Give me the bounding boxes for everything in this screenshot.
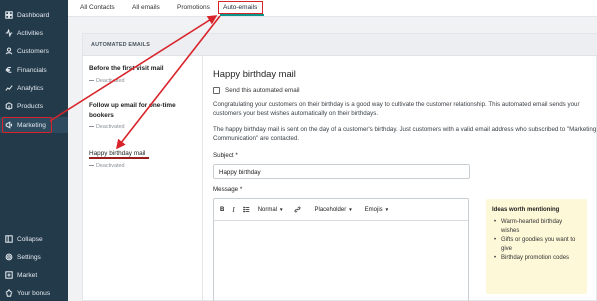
email-list: Before the first visit mail Deactivated … [83,56,203,301]
italic-button[interactable]: I [232,206,234,214]
sidebar-item-activities[interactable]: Activities [0,25,68,41]
sidebar-item-label: Financials [17,66,47,74]
message-label: Message * [213,186,243,193]
send-checkbox-label: Send this automated email [225,87,300,94]
ideas-title: Ideas worth mentioning [492,207,560,213]
chevron-down-icon: ▼ [384,207,390,212]
sidebar-item-label: Activities [17,29,44,37]
active-tab-indicator [220,14,264,16]
format-select[interactable]: Normal ▼ [258,207,284,213]
description-text: Congratulating your customers on their b… [213,101,580,117]
tab-promotions[interactable]: Promotions [177,4,210,11]
ideas-box: Ideas worth mentioning Warm-hearted birt… [486,199,587,294]
subject-value: Happy birthday [219,169,261,176]
sidebar: Dashboard Activities Customers Financial… [0,0,68,301]
sidebar-item-label: Market [17,271,38,279]
idea-item: Birthday promotion codes [492,254,581,263]
email-title: Follow up email for one-time bookers [89,102,176,119]
sidebar-item-label: Products [17,102,44,110]
sidebar-item-label: Analytics [17,84,44,92]
marketing-highlight-box [2,117,52,133]
sidebar-item-label: Dashboard [17,11,50,19]
message-editor[interactable]: B I Normal ▼ Placeholder ▼ Emojis ▼ [213,198,469,301]
list-item[interactable]: Before the first visit mail Deactivated [83,64,202,84]
tab-all-contacts[interactable]: All Contacts [80,4,115,11]
sidebar-item-label: Collapse [17,235,43,243]
send-checkbox[interactable] [213,87,220,94]
send-checkbox-row[interactable]: Send this automated email [213,87,300,94]
status-text: Deactivated [96,162,125,169]
sidebar-item-dashboard[interactable]: Dashboard [0,7,68,23]
placeholder-select[interactable]: Placeholder ▼ [315,207,353,213]
chevron-down-icon: ▼ [279,207,284,212]
emojis-select[interactable]: Emojis ▼ [365,207,389,213]
gear-icon [4,253,13,262]
idea-item: Warm-hearted birthday wishes [492,218,581,235]
dashboard-icon [4,11,13,20]
idea-item: Gifts or goodies you want to give [492,236,581,253]
sidebar-item-collapse[interactable]: Collapse [0,231,68,247]
ideas-list: Warm-hearted birthday wishes Gifts or go… [492,218,581,263]
section-header: AUTOMATED EMAILS [83,34,597,56]
sidebar-item-label: Customers [17,47,49,55]
bullet-list-button[interactable] [242,206,250,213]
list-item-selected[interactable]: Happy birthday mail Deactivated [83,149,202,169]
sidebar-item-products[interactable]: Products [0,98,68,114]
sidebar-item-financials[interactable]: Financials [0,62,68,78]
sidebar-item-label: Settings [17,253,41,261]
customers-icon [4,47,13,56]
financials-icon [4,66,13,75]
page-title: Happy birthday mail [213,68,296,79]
status-badge: Deactivated [89,78,202,84]
sidebar-item-market[interactable]: Market [0,267,68,283]
editor-toolbar: B I Normal ▼ Placeholder ▼ Emojis ▼ [214,199,468,221]
collapse-icon [4,235,13,244]
link-button[interactable] [293,206,301,213]
status-badge: Deactivated [89,163,202,169]
subject-field[interactable]: Happy birthday [213,164,470,179]
products-icon [4,102,13,111]
link-icon [293,206,301,213]
sidebar-item-customers[interactable]: Customers [0,43,68,59]
sidebar-item-analytics[interactable]: Analytics [0,80,68,96]
automated-emails-card: AUTOMATED EMAILS Before the first visit … [82,33,597,301]
bonus-icon [4,289,13,298]
email-detail-panel: Happy birthday mail Send this automated … [213,56,597,301]
analytics-icon [4,84,13,93]
chevron-down-icon: ▼ [348,207,353,212]
subject-label: Subject * [213,152,238,159]
tab-all-emails[interactable]: All emails [132,4,160,11]
bullet-list-icon [242,206,249,213]
status-badge: Deactivated [89,124,195,130]
status-text: Deactivated [96,77,125,84]
activities-icon [4,29,13,38]
selected-underline [89,157,149,159]
email-title: Before the first visit mail [89,65,164,72]
bold-button[interactable]: B [220,207,224,213]
sidebar-item-label: Your bonus [17,289,51,297]
status-text: Deactivated [96,124,125,130]
sidebar-item-bonus[interactable]: Your bonus [0,285,68,301]
description-text-2: The happy birthday mail is sent on the d… [213,126,597,142]
sidebar-item-settings[interactable]: Settings [0,249,68,265]
top-tab-bar: All Contacts All emails Promotions Auto-… [68,0,597,17]
auto-emails-highlight-box [218,1,263,14]
market-icon [4,271,13,280]
list-item[interactable]: Follow up email for one-time bookers Dea… [83,101,195,130]
